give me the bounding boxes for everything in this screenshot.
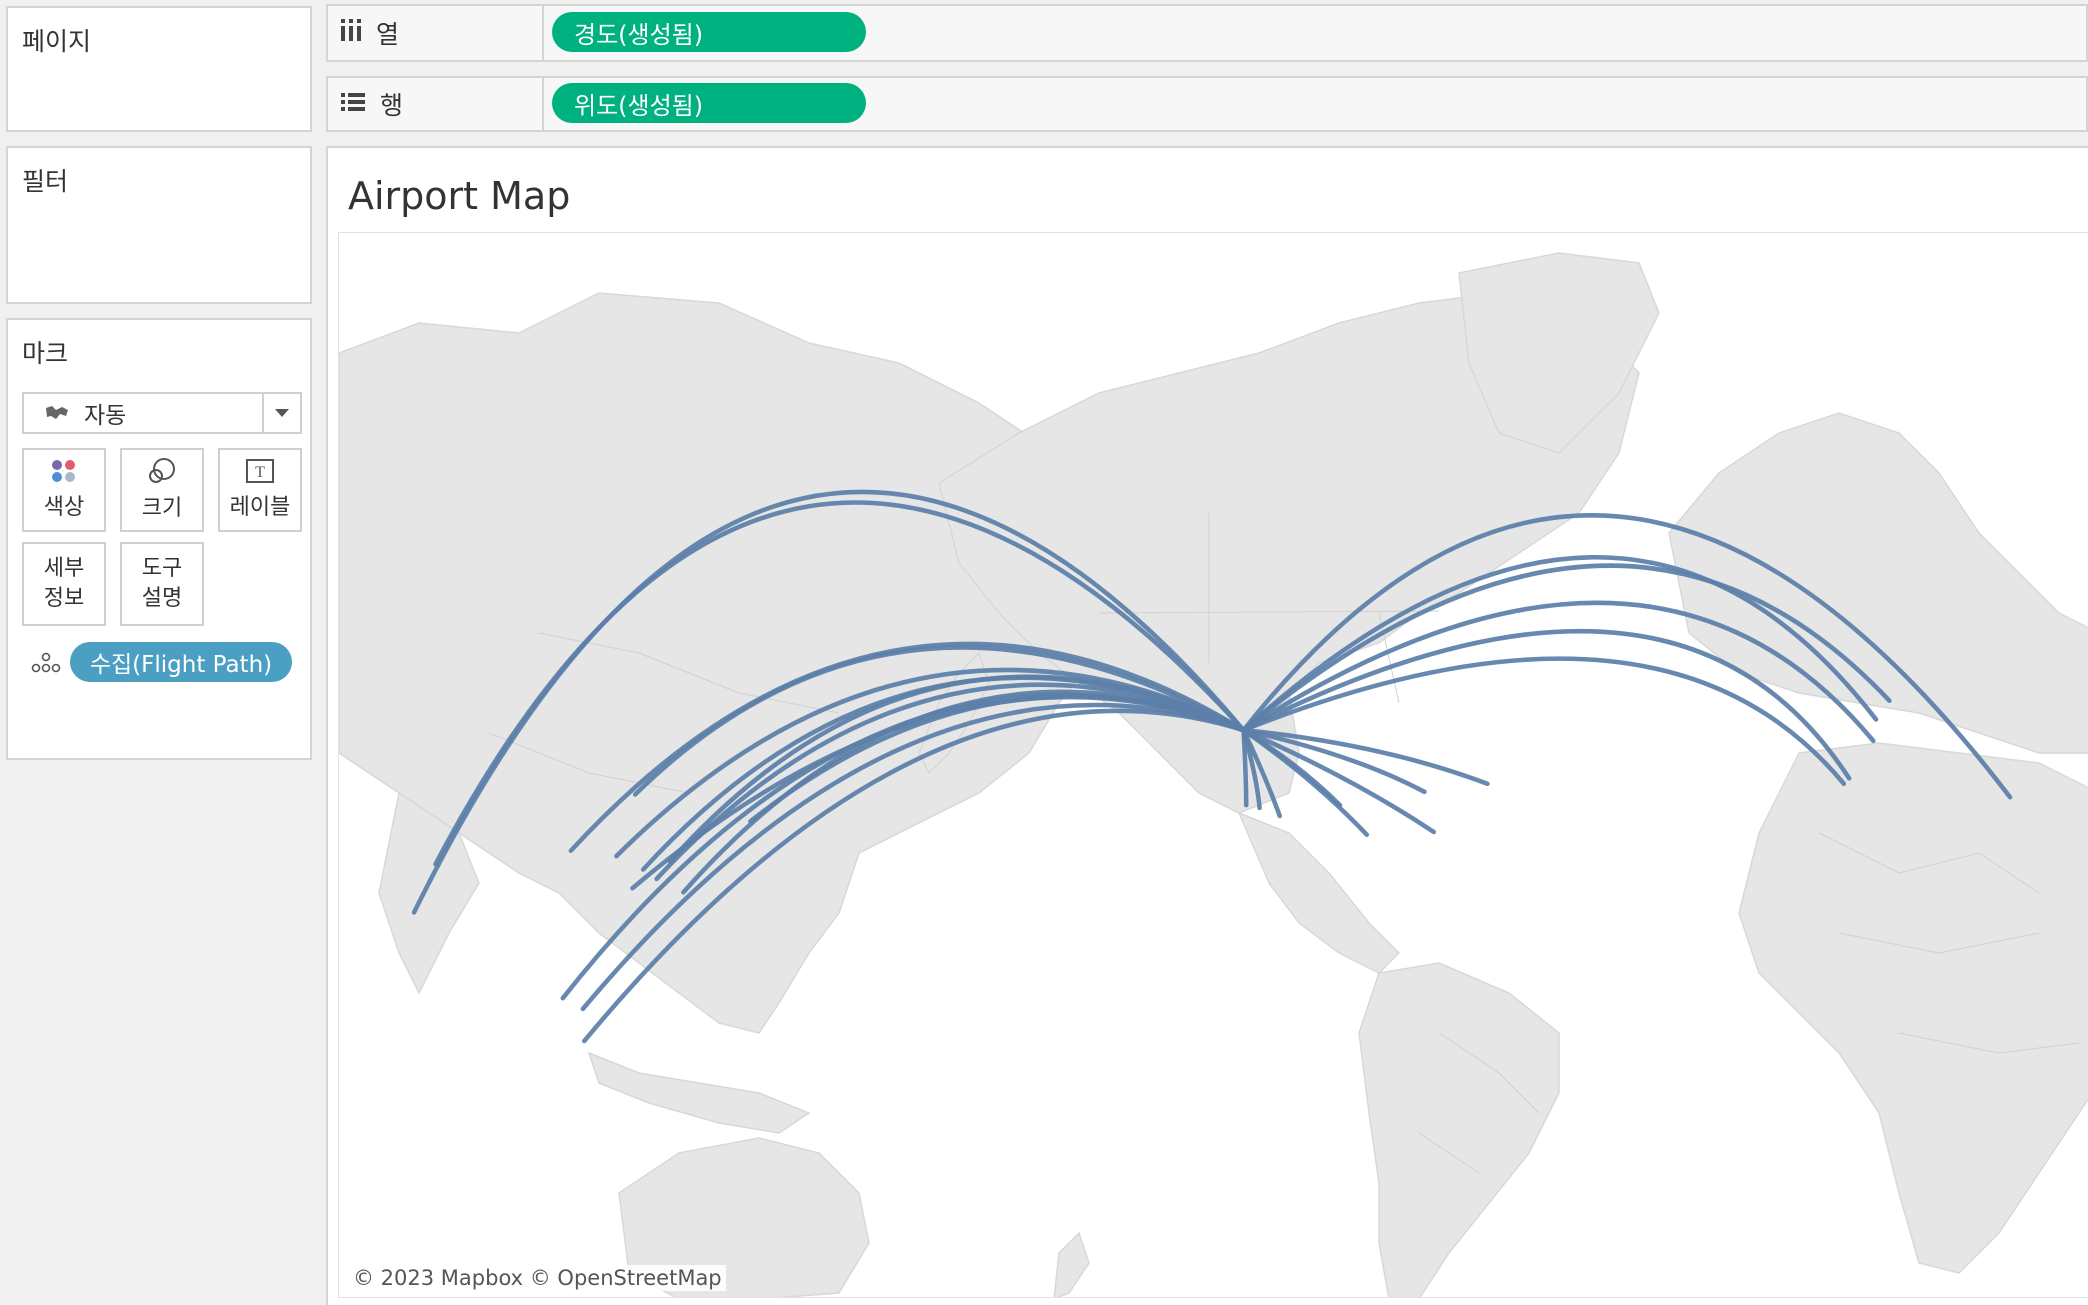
marks-card-title: 마크 [22, 339, 69, 368]
filters-shelf-title: 필터 [22, 167, 69, 196]
rows-shelf[interactable]: 행 위도(생성됨) [326, 76, 2088, 132]
longitude-pill[interactable]: 경도(생성됨) [552, 12, 866, 52]
text-label-icon: T [245, 458, 275, 493]
svg-text:T: T [255, 464, 265, 481]
chevron-down-icon[interactable] [262, 394, 300, 432]
detail-pill-flight-path[interactable]: 수집(Flight Path) [70, 642, 292, 682]
detail-button[interactable]: 세부 정보 [22, 542, 106, 626]
tooltip-button-label-2: 설명 [141, 586, 183, 611]
map-view: Airport Map © 2023 Mapbox © OpenStreetMa… [326, 146, 2088, 1305]
flight-path-arc[interactable] [581, 708, 1246, 1044]
detail-button-label-1: 세부 [43, 556, 85, 581]
tooltip-button[interactable]: 도구 설명 [120, 542, 204, 626]
size-icon [147, 457, 177, 494]
color-icon [50, 458, 78, 493]
marks-card: 마크 자동 색상 크기 T 레이블 세부 정보 도구 설명 수집(Flight … [6, 318, 312, 760]
filters-shelf[interactable]: 필터 [6, 146, 312, 304]
flight-path-arc[interactable] [632, 645, 1246, 797]
detail-dots-icon [30, 652, 62, 678]
columns-icon [340, 17, 362, 49]
label-button[interactable]: T 레이블 [218, 448, 302, 532]
flight-paths-layer [411, 489, 2013, 1044]
size-button[interactable]: 크기 [120, 448, 204, 532]
flight-path-arc[interactable] [1241, 563, 1892, 733]
map-mark-icon [44, 404, 70, 422]
columns-shelf-label: 열 [376, 20, 400, 49]
pages-shelf-title: 페이지 [22, 27, 92, 56]
detail-button-label-2: 정보 [43, 586, 85, 611]
color-button[interactable]: 색상 [22, 448, 106, 532]
rows-shelf-label-area: 행 [328, 78, 544, 130]
mark-type-label: 자동 [84, 403, 127, 429]
view-title: Airport Map [348, 174, 571, 218]
size-button-label: 크기 [141, 495, 183, 521]
mark-type-dropdown[interactable]: 자동 [22, 392, 302, 434]
label-button-label: 레이블 [229, 494, 291, 520]
columns-shelf[interactable]: 열 경도(생성됨) [326, 4, 2088, 62]
pages-shelf[interactable]: 페이지 [6, 6, 312, 132]
columns-shelf-label-area: 열 [328, 6, 544, 60]
rows-icon [340, 90, 366, 119]
tooltip-button-label-1: 도구 [141, 556, 183, 581]
flight-path-arc[interactable] [1241, 555, 1879, 733]
color-button-label: 색상 [43, 494, 85, 520]
map-attribution: © 2023 Mapbox © OpenStreetMap [349, 1265, 726, 1291]
map-area[interactable]: © 2023 Mapbox © OpenStreetMap [338, 232, 2088, 1298]
flight-path-arc[interactable] [1241, 727, 1427, 795]
latitude-pill[interactable]: 위도(생성됨) [552, 83, 866, 123]
rows-shelf-label: 행 [380, 91, 404, 120]
